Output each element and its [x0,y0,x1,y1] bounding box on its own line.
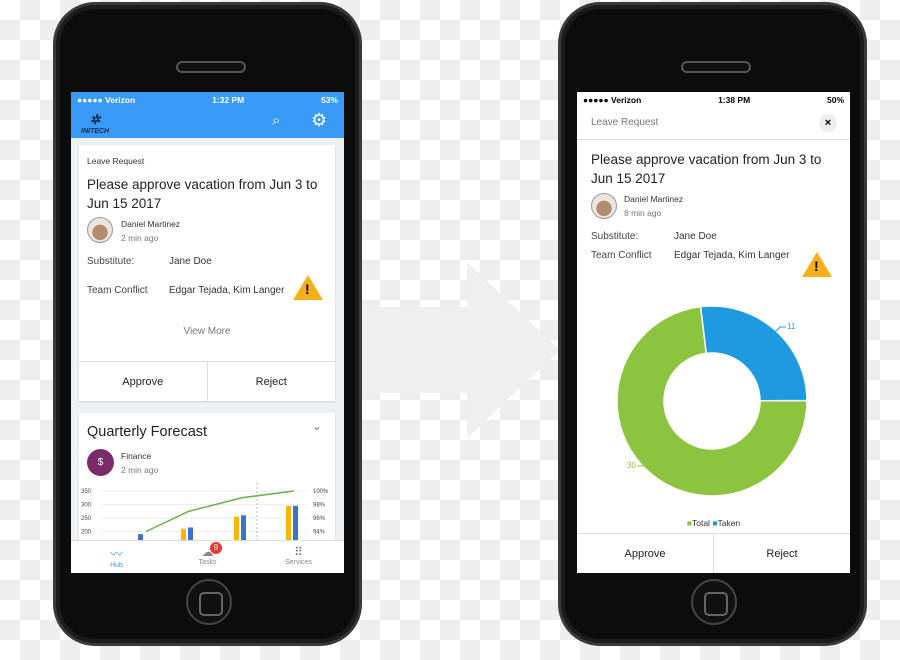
forecast-line [145,490,295,533]
forecast-chart: 350 300 250 200 100% 98% 96% 94% [81,483,329,543]
substitute-label: Substitute: [87,256,135,267]
gear-icon[interactable]: ⚙ [311,110,327,131]
avatar [87,217,113,243]
y-tick-label: 200 [81,530,92,536]
tab-tasks[interactable]: ☁ Tasks 9 [162,541,253,573]
clock: 1:32 PM [212,95,245,105]
legend-taken: Taken [717,518,741,528]
clock: 1:38 PM [718,95,751,105]
author: Daniel Martinez [624,194,684,204]
donut-chart: 30 11 [616,305,808,497]
approve-button[interactable]: Approve [577,534,713,573]
leave-request-card[interactable]: Leave Request Please approve vacation fr… [79,145,335,401]
substitute-label: Substitute: [591,231,639,242]
y2-tick-label: 98% [313,503,326,509]
y2-tick-label: 96% [313,516,326,522]
tab-bar: 〰 Hub ☁ Tasks 9 ⠿ Services [71,540,344,573]
warning-icon: ! [293,275,323,300]
donut-slice-taken [699,305,808,402]
avatar [591,193,617,219]
home-button[interactable] [691,579,737,625]
forecast-bar [241,515,246,543]
battery: 50% [826,95,844,105]
slice-label-total: 30 [627,461,636,470]
close-icon[interactable]: × [819,114,837,132]
finance-icon: $ [87,449,114,476]
y-tick-label: 250 [81,516,92,522]
timestamp: 8 min ago [624,208,662,218]
conflict-label: Team Conflict [87,285,148,296]
battery: 53% [320,95,338,105]
substitute-value: Jane Doe [169,256,212,267]
card-type: Leave Request [87,156,145,166]
tab-hub[interactable]: 〰 Hub [71,541,162,573]
y2-tick-label: 94% [313,530,326,536]
forecast-bar [293,505,298,543]
conflict-label: Team Conflict [591,250,652,261]
forecast-bar [286,505,291,543]
warning-icon: ! [802,252,832,277]
legend: ■Total ■Taken [577,518,850,528]
grid-icon: ⠿ [294,545,303,559]
home-button[interactable] [186,579,232,625]
y2-tick-label: 100% [313,489,329,495]
forecast-title: Quarterly Forecast [87,424,208,440]
search-icon[interactable]: ⌕ [272,112,280,129]
tasks-badge: 9 [210,542,222,554]
source: Finance [121,451,152,461]
slice-label-taken: 11 [787,322,796,331]
tab-services[interactable]: ⠿ Services [253,541,344,573]
conflict-value: Edgar Tejada, Kim Langer [674,250,790,261]
initech-logo: ✲ INITECH [81,112,109,135]
forecast-time: 2 min ago [121,465,159,475]
y-tick-label: 300 [81,503,92,509]
timestamp: 2 min ago [121,233,159,243]
view-more-link[interactable]: View More [79,326,335,337]
conflict-value: Edgar Tejada, Kim Langer [169,285,285,296]
author: Daniel Martinez [121,219,181,229]
y-tick-label: 350 [81,489,92,495]
carrier: ●●●●● Verizon [583,95,642,105]
modal-title: Leave Request [591,117,659,128]
waveform-icon: 〰 [110,547,123,561]
left-screen: ●●●●● Verizon 1:32 PM 53% ✲ INITECH ⌕ ⚙ Lea… [71,92,344,573]
modal-header: Leave Request × [577,108,850,140]
reject-button[interactable]: Reject [206,362,336,401]
chevron-down-icon[interactable]: ⌄ [312,419,322,433]
approve-button[interactable]: Approve [79,362,207,401]
reject-button[interactable]: Reject [713,534,850,573]
tasks-icon: ☁ [201,545,214,559]
forecast-card[interactable]: Quarterly Forecast ⌄ $ Finance 2 min ago… [79,413,335,543]
carrier: ●●●●● Verizon [77,95,136,105]
legend-total: Total [691,518,710,528]
substitute-value: Jane Doe [674,231,717,242]
right-screen: ●●●●● Verizon 1:38 PM 50% Leave Request × … [577,92,850,573]
app-header: ●●●●● Verizon 1:32 PM 53% ✲ INITECH ⌕ ⚙ [71,92,344,138]
transition-arrow-icon [362,262,560,438]
request-title: Please approve vacation from Jun 3 to Ju… [87,177,318,211]
request-title: Please approve vacation from Jun 3 to Ju… [591,152,822,186]
